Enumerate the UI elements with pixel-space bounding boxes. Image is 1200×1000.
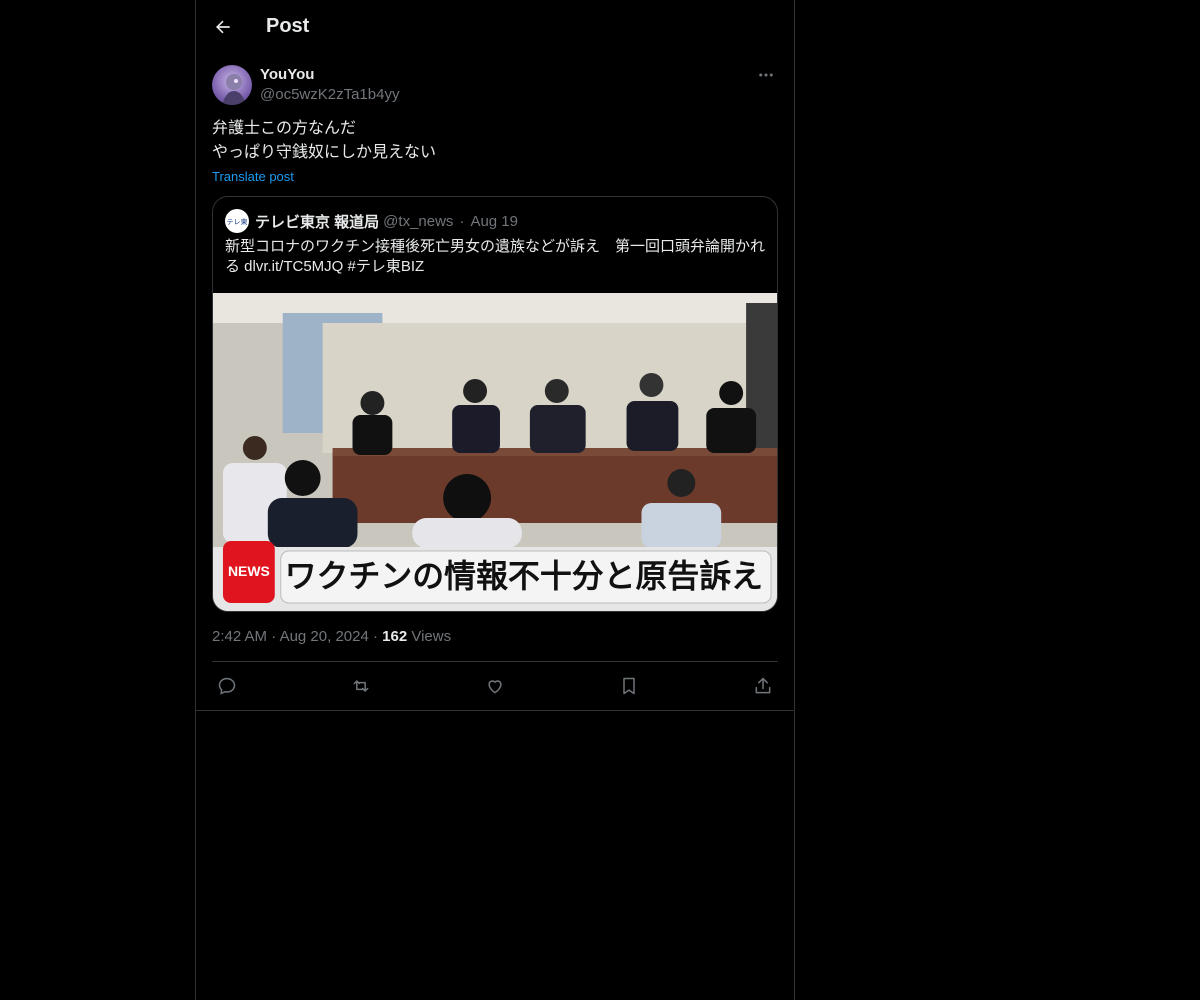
post-time[interactable]: 2:42 AM xyxy=(212,628,267,645)
quoted-text: 新型コロナのワクチン接種後死亡男女の遺族などが訴え 第一回口頭弁論開かれる dl… xyxy=(225,238,766,275)
avatar[interactable] xyxy=(212,65,252,105)
more-options-icon[interactable] xyxy=(754,65,778,85)
translate-post-link[interactable]: Translate post xyxy=(212,169,294,184)
author-names: YouYou @oc5wzK2zTa1b4yy xyxy=(260,65,754,105)
post-date[interactable]: Aug 20, 2024 xyxy=(280,628,369,645)
reply-icon[interactable] xyxy=(216,675,238,697)
separator-dot: · xyxy=(271,628,280,645)
views-count: 162 xyxy=(382,628,408,645)
user-handle[interactable]: @oc5wzK2zTa1b4yy xyxy=(260,85,754,105)
author-row: YouYou @oc5wzK2zTa1b4yy xyxy=(212,65,778,105)
action-bar xyxy=(196,662,794,711)
separator-dot: · xyxy=(459,212,465,230)
post-meta: 2:42 AM · Aug 20, 2024 · 162 Views xyxy=(212,628,778,662)
quoted-avatar[interactable]: テレ東 xyxy=(225,209,249,233)
views-label: Views xyxy=(411,628,452,645)
quoted-handle[interactable]: @tx_news xyxy=(383,213,453,230)
quoted-post-header: テレ東 テレビ東京 報道局 @tx_news · Aug 19 xyxy=(213,197,777,233)
display-name[interactable]: YouYou xyxy=(260,65,754,85)
header: Post xyxy=(196,0,794,53)
back-arrow-icon[interactable] xyxy=(212,16,234,38)
post: YouYou @oc5wzK2zTa1b4yy 弁護士この方なんだ やっぱり守銭… xyxy=(196,53,794,711)
repost-icon[interactable] xyxy=(350,675,372,697)
separator-dot: · xyxy=(372,628,383,645)
media-caption: ワクチンの情報不十分と原告訴え xyxy=(285,557,763,595)
quoted-media-image[interactable]: NEWS ワクチンの情報不十分と原告訴え xyxy=(213,293,777,611)
quoted-avatar-text: テレ東 xyxy=(227,217,247,226)
quoted-date[interactable]: Aug 19 xyxy=(470,213,518,230)
quoted-display-name[interactable]: テレビ東京 報道局 xyxy=(255,211,379,232)
post-text: 弁護士この方なんだ やっぱり守銭奴にしか見えない xyxy=(212,120,437,161)
post-column: Post YouYou @oc5wzK2zTa1b4yy 弁護士この方なんだ や… xyxy=(195,0,795,1000)
share-icon[interactable] xyxy=(752,675,774,697)
page-title: Post xyxy=(266,15,310,37)
like-icon[interactable] xyxy=(484,675,506,697)
quoted-post[interactable]: テレ東 テレビ東京 報道局 @tx_news · Aug 19 新型コロナのワク… xyxy=(212,196,778,612)
media-news-label: NEWS xyxy=(228,563,270,579)
bookmark-icon[interactable] xyxy=(618,675,640,697)
